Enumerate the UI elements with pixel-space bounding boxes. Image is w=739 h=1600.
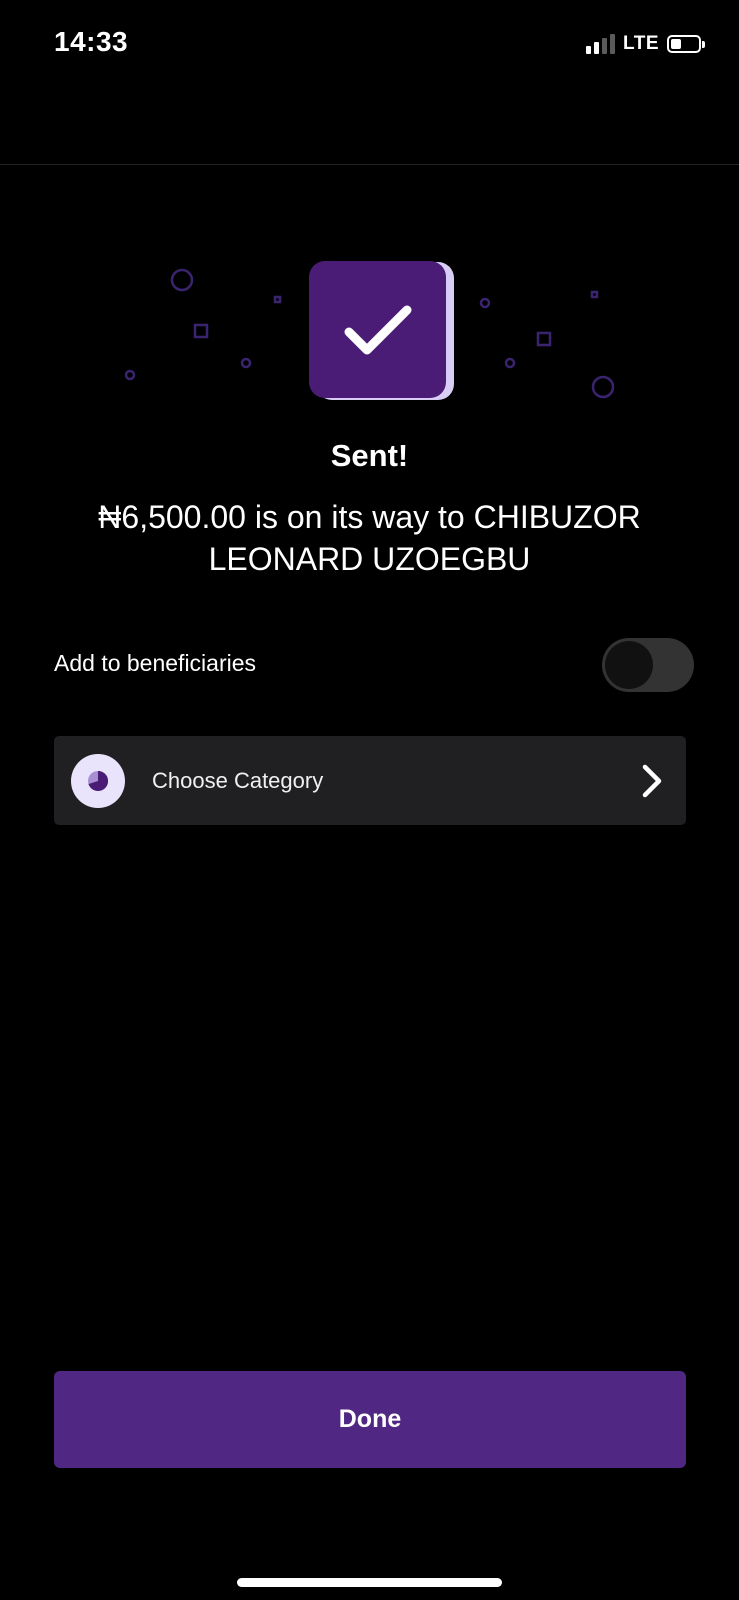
- status-indicators: LTE: [586, 32, 707, 56]
- status-time: 14:33: [54, 26, 129, 57]
- network-type: LTE: [623, 33, 659, 54]
- done-button[interactable]: Done: [54, 1371, 686, 1468]
- add-beneficiary-row: Add to beneficiaries: [54, 636, 694, 696]
- transfer-message: ₦6,500.00 is on its way to CHIBUZOR LEON…: [98, 499, 641, 577]
- add-beneficiary-toggle[interactable]: [602, 638, 694, 692]
- add-beneficiary-label: Add to beneficiaries: [54, 650, 257, 676]
- checkmark-icon: [344, 305, 411, 354]
- check-card: [309, 261, 446, 398]
- toggle-knob: [605, 641, 653, 689]
- battery-icon: [667, 34, 707, 54]
- signal-icon: [586, 34, 616, 54]
- pie-chart-icon: [71, 754, 125, 808]
- success-illustration: [0, 250, 739, 420]
- status-bar: 14:33 LTE: [0, 0, 739, 90]
- home-indicator[interactable]: [237, 1578, 502, 1587]
- chevron-right-icon: [642, 764, 662, 798]
- choose-category-button[interactable]: Choose Category: [54, 736, 686, 825]
- header-divider: [0, 164, 739, 165]
- choose-category-label: Choose Category: [152, 768, 324, 793]
- page-title: Sent!: [330, 438, 409, 473]
